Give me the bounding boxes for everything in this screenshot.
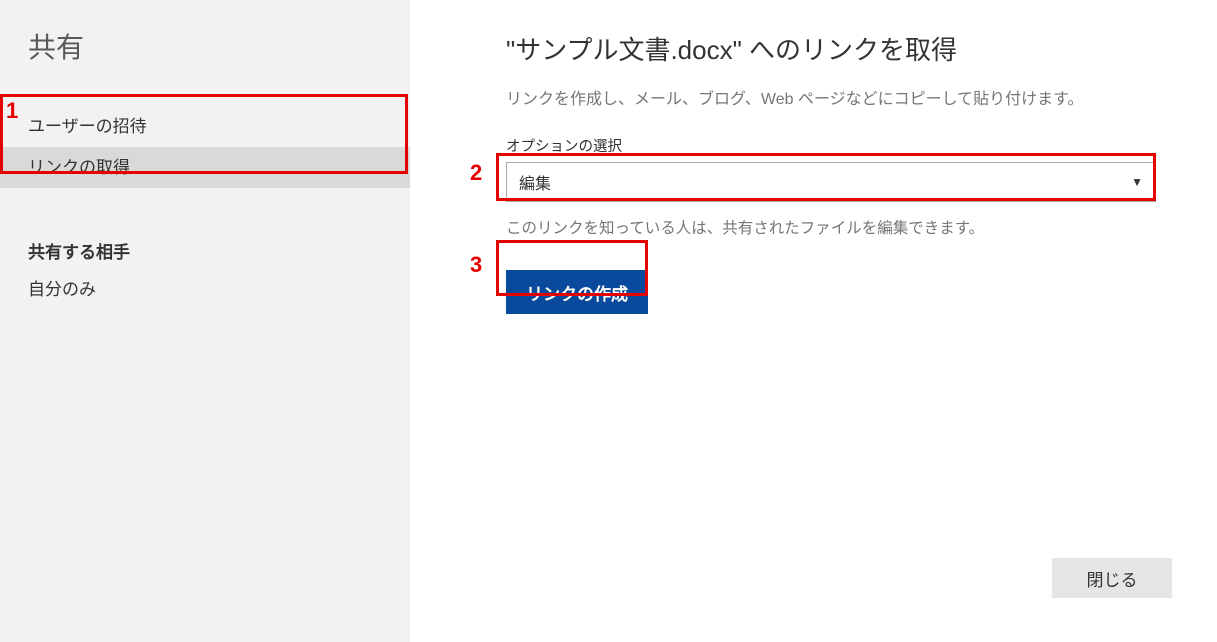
close-button[interactable]: 閉じる	[1052, 558, 1172, 598]
sidebar-share-target: 自分のみ	[0, 275, 410, 300]
sidebar-item-label: リンクの取得	[28, 158, 130, 177]
permission-description: このリンクを知っている人は、共有されたファイルを編集できます。	[506, 216, 1172, 238]
chevron-down-icon: ▼	[1131, 175, 1143, 189]
sidebar-title: 共有	[0, 26, 410, 66]
sidebar-item-invite-users[interactable]: ユーザーの招待	[0, 106, 410, 147]
page-title: "サンプル文書.docx" へのリンクを取得	[506, 30, 1172, 67]
page-description: リンクを作成し、メール、ブログ、Web ページなどにコピーして貼り付けます。	[506, 85, 1172, 109]
callout-number-1: 1	[6, 98, 18, 124]
create-link-button[interactable]: リンクの作成	[506, 270, 648, 314]
permission-select-value: 編集	[519, 170, 551, 194]
callout-number-3: 3	[470, 252, 482, 278]
sidebar-item-label: ユーザーの招待	[28, 117, 147, 136]
option-label: オプションの選択	[506, 135, 1172, 156]
callout-number-2: 2	[470, 160, 482, 186]
sidebar-group-label: 共有する相手	[0, 238, 410, 263]
sidebar: 共有 ユーザーの招待 リンクの取得 共有する相手 自分のみ	[0, 0, 410, 642]
sidebar-item-get-link[interactable]: リンクの取得	[0, 147, 410, 188]
main-panel: "サンプル文書.docx" へのリンクを取得 リンクを作成し、メール、ブログ、W…	[410, 0, 1217, 642]
permission-select[interactable]: 編集 ▼	[506, 162, 1156, 202]
